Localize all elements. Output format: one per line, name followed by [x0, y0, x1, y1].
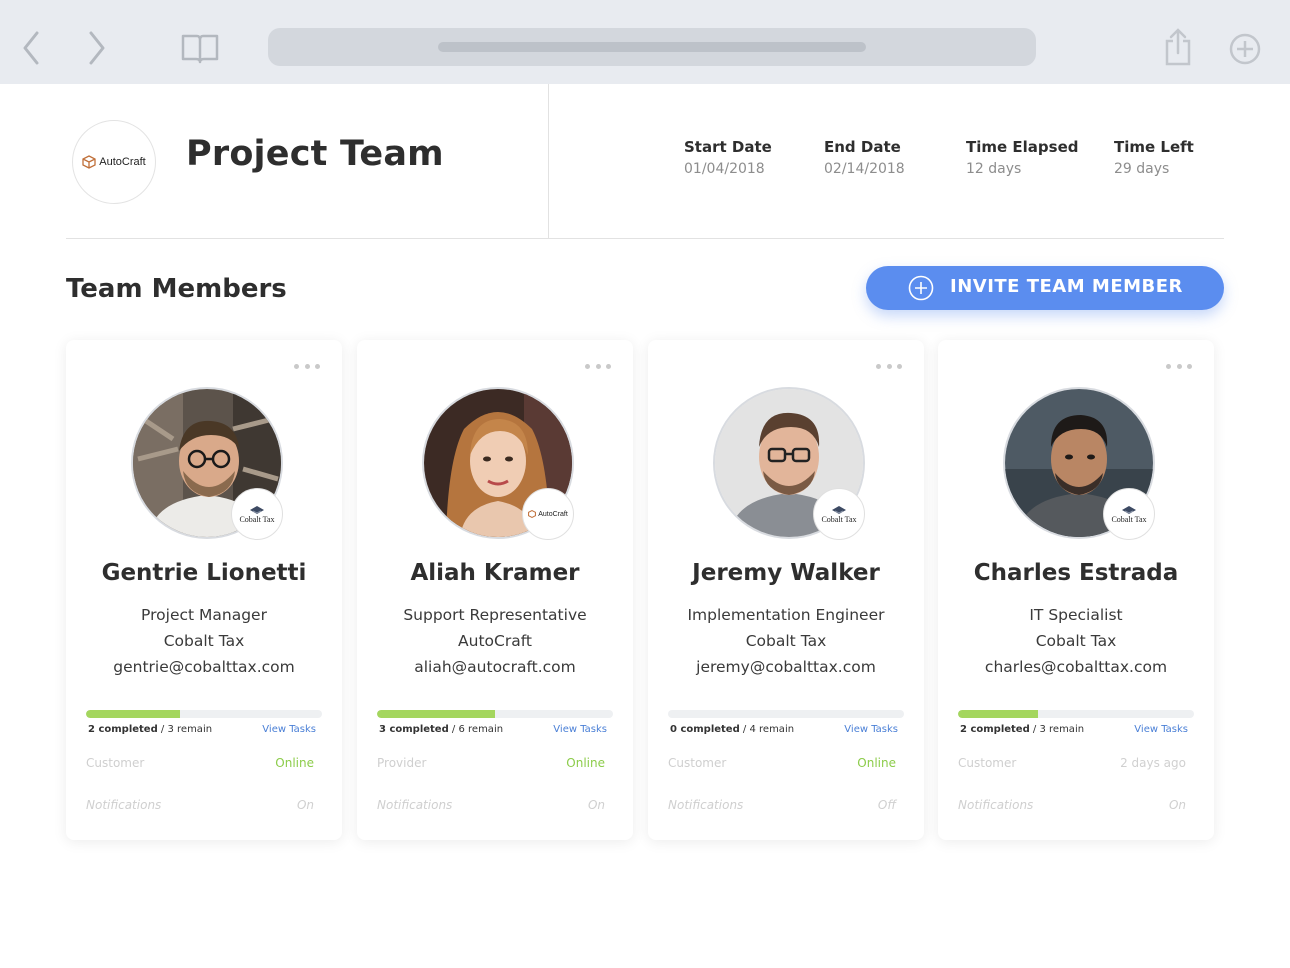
plus-circle-icon: [908, 275, 934, 301]
company-logo: AutoCraft: [72, 120, 156, 204]
url-placeholder: [438, 42, 866, 52]
more-options-icon[interactable]: [1166, 362, 1192, 370]
member-role: Project Manager: [141, 606, 267, 624]
member-name: Charles Estrada: [973, 560, 1179, 586]
stat-start-date: Start Date 01/04/2018: [684, 138, 772, 177]
task-progress-text: 0 completed / 4 remain: [670, 724, 795, 735]
divider: [548, 84, 549, 239]
member-status: 2 days ago: [1120, 756, 1186, 770]
task-progress-text: 2 completed / 3 remain: [88, 724, 213, 735]
stat-label: Time Left: [1114, 138, 1194, 156]
invite-button-label: INVITE TEAM MEMBER: [950, 276, 1183, 297]
more-options-icon[interactable]: [585, 362, 611, 370]
notifications-label: Notifications: [958, 798, 1034, 812]
member-company: AutoCraft: [458, 632, 532, 650]
notifications-toggle[interactable]: On: [297, 798, 314, 812]
cobalt-tax-logo-icon: [1122, 505, 1136, 514]
invite-team-member-button[interactable]: INVITE TEAM MEMBER: [866, 266, 1224, 310]
member-name: Gentrie Lionetti: [101, 560, 307, 586]
member-company: Cobalt Tax: [745, 632, 827, 650]
browser-toolbar: [0, 0, 1290, 84]
page-title: Project Team: [186, 134, 444, 174]
member-status: Online: [275, 756, 314, 770]
view-tasks-link[interactable]: View Tasks: [844, 724, 898, 735]
divider: [66, 238, 1224, 239]
notifications-label: Notifications: [86, 798, 162, 812]
member-name: Aliah Kramer: [410, 560, 580, 586]
section-title: Team Members: [66, 274, 287, 304]
notifications-toggle[interactable]: On: [588, 798, 605, 812]
book-icon[interactable]: [180, 30, 220, 66]
cobalt-tax-logo-icon: [250, 505, 264, 514]
member-company: Cobalt Tax: [1035, 632, 1117, 650]
member-role: IT Specialist: [1029, 606, 1123, 624]
task-progress-text: 3 completed / 6 remain: [379, 724, 504, 735]
member-email: aliah@autocraft.com: [414, 658, 576, 676]
task-progress-bar: [377, 710, 613, 718]
stat-time-left: Time Left 29 days: [1114, 138, 1194, 177]
address-bar[interactable]: [268, 28, 1036, 66]
stat-value: 29 days: [1114, 161, 1170, 177]
cobalt-tax-logo-icon: [832, 505, 846, 514]
progress-fill: [377, 710, 495, 718]
member-email: jeremy@cobalttax.com: [696, 658, 876, 676]
task-progress-bar: [668, 710, 904, 718]
task-progress-bar: [958, 710, 1194, 718]
member-email: gentrie@cobalttax.com: [113, 658, 295, 676]
member-status: Online: [857, 756, 896, 770]
stat-label: End Date: [824, 138, 901, 156]
company-badge: Cobalt Tax: [813, 488, 865, 540]
member-card: AutoCraft Aliah Kramer Support Represent…: [357, 340, 633, 840]
member-name: Jeremy Walker: [692, 560, 880, 586]
view-tasks-link[interactable]: View Tasks: [553, 724, 607, 735]
member-status: Online: [566, 756, 605, 770]
more-options-icon[interactable]: [294, 362, 320, 370]
company-badge: Cobalt Tax: [231, 488, 283, 540]
cube-icon: [528, 510, 537, 518]
notifications-toggle[interactable]: On: [1169, 798, 1186, 812]
progress-fill: [958, 710, 1039, 718]
progress-fill: [86, 710, 181, 718]
task-progress-text: 2 completed / 3 remain: [960, 724, 1085, 735]
plus-circle-icon[interactable]: [1226, 30, 1264, 68]
chevron-left-icon[interactable]: [14, 28, 48, 68]
chevron-right-icon[interactable]: [80, 28, 114, 68]
company-badge: Cobalt Tax: [1103, 488, 1155, 540]
cube-icon: [82, 155, 96, 169]
stat-label: Time Elapsed: [966, 138, 1079, 156]
member-email: charles@cobalttax.com: [984, 658, 1168, 676]
stat-time-elapsed: Time Elapsed 12 days: [966, 138, 1079, 177]
stat-label: Start Date: [684, 138, 772, 156]
member-type: Customer: [86, 756, 145, 770]
notifications-label: Notifications: [377, 798, 453, 812]
notifications-toggle[interactable]: Off: [878, 798, 896, 812]
view-tasks-link[interactable]: View Tasks: [262, 724, 316, 735]
member-role: Support Representative: [403, 606, 587, 624]
member-company: Cobalt Tax: [163, 632, 245, 650]
task-progress-bar: [86, 710, 322, 718]
more-options-icon[interactable]: [876, 362, 902, 370]
company-badge: AutoCraft: [522, 488, 574, 540]
stat-value: 12 days: [966, 161, 1022, 177]
member-role: Implementation Engineer: [687, 606, 885, 624]
member-type: Provider: [377, 756, 427, 770]
stat-value: 01/04/2018: [684, 161, 765, 177]
member-card: Cobalt Tax Charles Estrada IT Specialist…: [938, 340, 1214, 840]
member-type: Customer: [958, 756, 1017, 770]
share-icon[interactable]: [1160, 26, 1196, 68]
stat-value: 02/14/2018: [824, 161, 905, 177]
notifications-label: Notifications: [668, 798, 744, 812]
logo-text: AutoCraft: [99, 156, 146, 168]
stat-end-date: End Date 02/14/2018: [824, 138, 905, 177]
member-card: Cobalt Tax Gentrie Lionetti Project Mana…: [66, 340, 342, 840]
view-tasks-link[interactable]: View Tasks: [1134, 724, 1188, 735]
member-card: Cobalt Tax Jeremy Walker Implementation …: [648, 340, 924, 840]
member-type: Customer: [668, 756, 727, 770]
